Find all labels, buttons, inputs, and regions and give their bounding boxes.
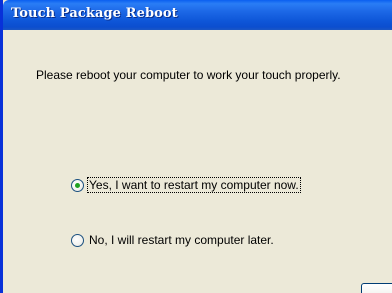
title-bar[interactable]: Touch Package Reboot <box>3 0 392 30</box>
window-title: Touch Package Reboot <box>11 6 178 21</box>
reboot-message: Please reboot your computer to work your… <box>36 68 341 82</box>
radio-dot-icon <box>75 182 80 188</box>
radio-unselected-icon[interactable] <box>71 233 84 247</box>
dialog-button-partial[interactable] <box>361 283 392 293</box>
radio-selected-icon[interactable] <box>71 178 84 192</box>
restart-later-label[interactable]: No, I will restart my computer later. <box>88 233 275 247</box>
restart-later-option[interactable]: No, I will restart my computer later. <box>71 233 275 247</box>
restart-now-option[interactable]: Yes, I want to restart my computer now. <box>71 177 301 193</box>
reboot-dialog-window: Touch Package Reboot Please reboot your … <box>0 0 392 293</box>
restart-now-label[interactable]: Yes, I want to restart my computer now. <box>87 177 301 193</box>
